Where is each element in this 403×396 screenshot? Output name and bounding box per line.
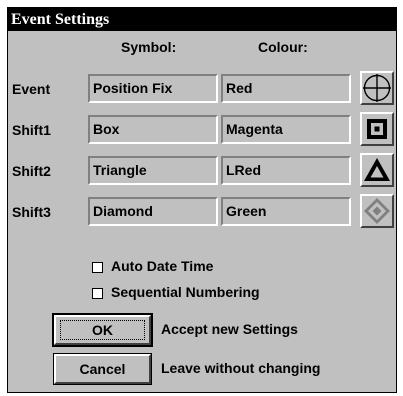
row-label-event: Event (12, 81, 51, 97)
shift3-symbol-preview[interactable] (360, 194, 394, 228)
row-label-shift1: Shift1 (12, 122, 51, 138)
sequential-numbering-label[interactable]: Sequential Numbering (111, 284, 260, 300)
shift1-symbol-preview[interactable] (360, 112, 394, 146)
event-symbol-preview[interactable] (360, 71, 394, 105)
triangle-icon (364, 158, 390, 181)
shift3-colour-field[interactable]: Green (221, 197, 351, 226)
cancel-button[interactable]: Cancel (53, 353, 152, 385)
shift3-symbol-field[interactable]: Diamond (88, 197, 218, 226)
ok-description: Accept new Settings (161, 321, 298, 337)
ok-button[interactable]: OK (52, 313, 153, 347)
colour-column-header: Colour: (258, 39, 308, 55)
box-icon (367, 119, 387, 139)
sequential-numbering-checkbox[interactable] (92, 288, 103, 299)
event-settings-dialog: Event Settings Symbol: Colour: Event Pos… (7, 7, 397, 393)
row-label-shift3: Shift3 (12, 204, 51, 220)
shift2-symbol-preview[interactable] (360, 153, 394, 187)
event-symbol-field[interactable]: Position Fix (88, 74, 218, 103)
cancel-button-label: Cancel (79, 361, 126, 377)
auto-date-time-label[interactable]: Auto Date Time (111, 258, 213, 274)
diamond-icon (364, 198, 390, 224)
event-colour-field[interactable]: Red (221, 74, 351, 103)
shift1-colour-field[interactable]: Magenta (221, 115, 351, 144)
row-label-shift2: Shift2 (12, 163, 51, 179)
cancel-description: Leave without changing (161, 360, 321, 376)
auto-date-time-checkbox[interactable] (92, 262, 103, 273)
crosshair-circle-icon (363, 74, 391, 102)
focus-rectangle (60, 320, 145, 340)
dialog-title: Event Settings (8, 8, 396, 31)
shift2-symbol-field[interactable]: Triangle (88, 156, 218, 185)
shift1-symbol-field[interactable]: Box (88, 115, 218, 144)
symbol-column-header: Symbol: (121, 39, 177, 55)
shift2-colour-field[interactable]: LRed (221, 156, 351, 185)
